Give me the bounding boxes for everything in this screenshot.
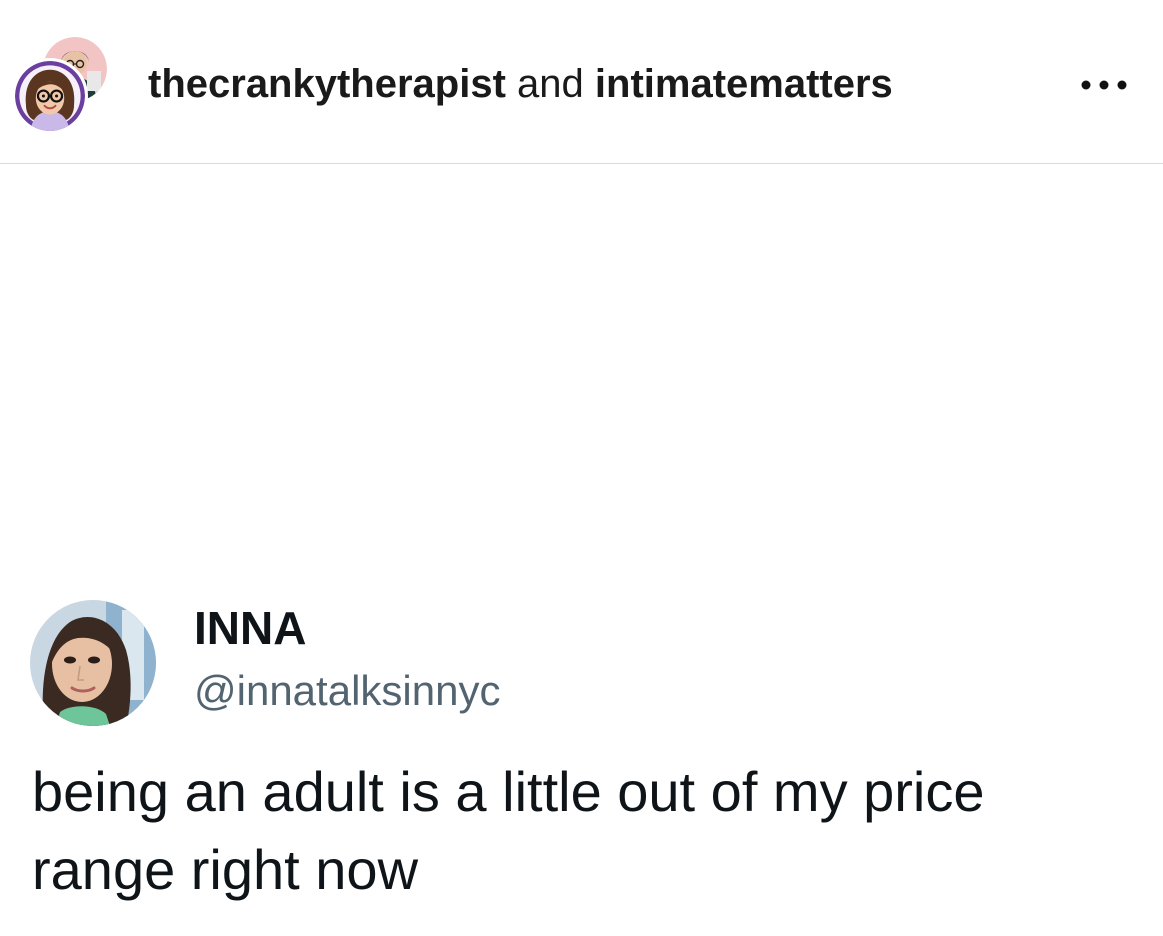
post-image[interactable]: INNA @innatalksinnyc being an adult is a…: [0, 165, 1163, 936]
author-avatar-image: [15, 61, 85, 131]
instagram-post: thecrankytherapist and intimatematters I…: [0, 0, 1163, 936]
tweet-author-avatar: [30, 600, 156, 726]
post-author-line: thecrankytherapist and intimatematters: [148, 60, 893, 108]
tweet-author-photo: [30, 600, 156, 726]
tweet-text: being an adult is a little out of my pri…: [32, 760, 985, 901]
more-options-button[interactable]: [1076, 70, 1136, 100]
author-avatar[interactable]: [12, 58, 88, 134]
author-conjunction: and: [517, 62, 584, 106]
post-header: thecrankytherapist and intimatematters: [0, 0, 1163, 164]
more-horizontal-icon: [1081, 80, 1127, 90]
tweet-display-name: INNA: [194, 602, 307, 654]
collaborator-username-link[interactable]: intimatematters: [595, 62, 893, 106]
tweet-handle: @innatalksinnyc: [194, 667, 501, 714]
author-username-link[interactable]: thecrankytherapist: [148, 62, 506, 106]
collab-avatar-stack[interactable]: [12, 34, 112, 134]
